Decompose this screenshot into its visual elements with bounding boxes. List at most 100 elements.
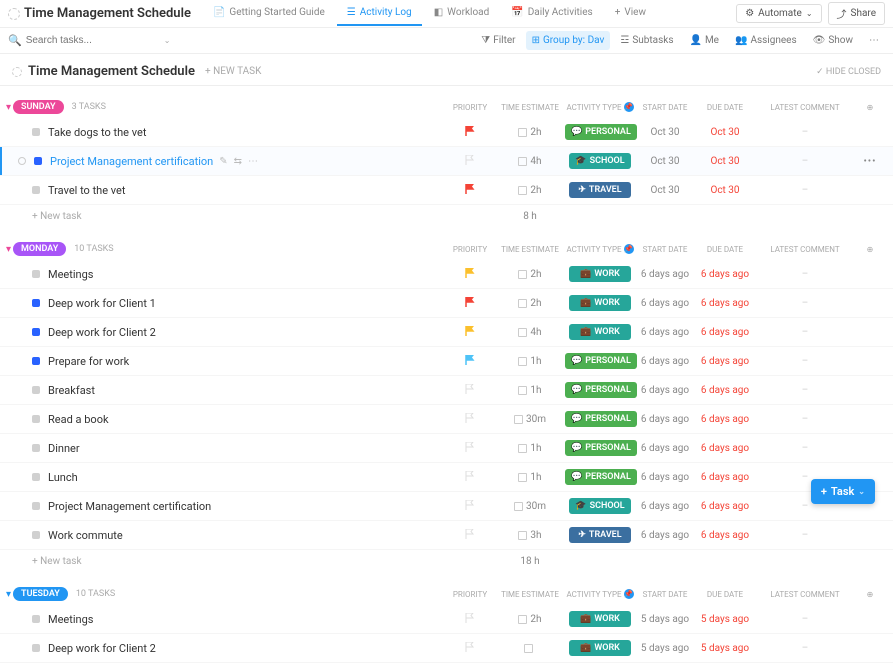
hide-closed[interactable]: ✓ HIDE CLOSED [816, 67, 881, 77]
task-row[interactable]: Deep work for Client 1 2h 💼WORK 6 days a… [0, 289, 893, 318]
due-date-cell[interactable]: 6 days ago [695, 385, 755, 396]
task-row[interactable]: Project Management certification ✎ ⇆ ⋯ 4… [0, 147, 893, 176]
add-view[interactable]: +View [605, 1, 656, 26]
time-estimate-cell[interactable]: 4h [495, 327, 565, 338]
add-column[interactable]: ⊕ [855, 245, 885, 254]
priority-cell[interactable] [445, 326, 495, 339]
task-row[interactable]: Meetings 2h 💼WORK 5 days ago 5 days ago … [0, 605, 893, 634]
status-square[interactable] [32, 299, 40, 307]
priority-cell[interactable] [445, 500, 495, 513]
add-column[interactable]: ⊕ [855, 590, 885, 599]
new-task-row[interactable]: + New task 8 h [0, 205, 893, 228]
status-square[interactable] [32, 386, 40, 394]
activity-type-cell[interactable]: 💼WORK [565, 295, 635, 311]
status-square[interactable] [32, 270, 40, 278]
due-date-cell[interactable]: 6 days ago [695, 530, 755, 541]
time-estimate-cell[interactable]: 30m [495, 414, 565, 425]
status-square[interactable] [32, 502, 40, 510]
day-pill[interactable]: SUNDAY [13, 100, 64, 114]
status-square[interactable] [32, 415, 40, 423]
assignees-button[interactable]: 👥Assignees [729, 31, 803, 50]
time-estimate-cell[interactable]: 2h [495, 298, 565, 309]
row-more-icon[interactable]: ••• [863, 156, 876, 167]
task-row[interactable]: Read a book 30m 💬PERSONAL 6 days ago 6 d… [0, 405, 893, 434]
activity-type-cell[interactable]: 💬PERSONAL [565, 382, 635, 398]
comment-cell[interactable]: – [755, 443, 855, 454]
time-estimate-cell[interactable]: 2h [495, 269, 565, 280]
task-row[interactable]: Prepare for work 1h 💬PERSONAL 6 days ago… [0, 347, 893, 376]
tab-workload[interactable]: ◧Workload [424, 1, 500, 26]
task-name[interactable]: Deep work for Client 2 [48, 326, 156, 339]
priority-cell[interactable] [445, 126, 495, 139]
task-row[interactable]: Work commute 3h ✈TRAVEL 6 days ago 6 day… [0, 521, 893, 550]
time-estimate-cell[interactable]: 4h [495, 156, 565, 167]
task-name[interactable]: Meetings [48, 613, 93, 626]
activity-type-cell[interactable]: 💼WORK [565, 640, 635, 656]
task-name[interactable]: Read a book [48, 413, 109, 426]
start-date-cell[interactable]: 6 days ago [635, 530, 695, 541]
search-input[interactable] [26, 35, 146, 46]
time-estimate-cell[interactable]: 1h [495, 472, 565, 483]
col-time-estimate[interactable]: TIME ESTIMATE [495, 103, 565, 112]
due-date-cell[interactable]: 5 days ago [695, 643, 755, 654]
activity-type-cell[interactable]: 💬PERSONAL [565, 124, 635, 140]
comment-cell[interactable]: – [755, 643, 855, 654]
activity-type-cell[interactable]: 💼WORK [565, 324, 635, 340]
status-square[interactable] [32, 615, 40, 623]
row-more[interactable]: ••• [855, 156, 885, 167]
activity-type-cell[interactable]: ✈TRAVEL [565, 182, 635, 198]
start-date-cell[interactable]: 6 days ago [635, 298, 695, 309]
tab-daily-activities[interactable]: 📅Daily Activities [501, 1, 602, 26]
activity-type-cell[interactable]: ✈TRAVEL [565, 527, 635, 543]
col-latest-comment[interactable]: LATEST COMMENT [755, 103, 855, 112]
task-row[interactable]: Project Management certification 30m 🎓SC… [0, 492, 893, 521]
start-date-cell[interactable]: 6 days ago [635, 385, 695, 396]
due-date-cell[interactable]: 6 days ago [695, 472, 755, 483]
priority-cell[interactable] [445, 413, 495, 426]
priority-cell[interactable] [445, 384, 495, 397]
start-date-cell[interactable]: 6 days ago [635, 443, 695, 454]
time-estimate-cell[interactable]: 2h [495, 127, 565, 138]
comment-cell[interactable]: – [755, 530, 855, 541]
activity-type-cell[interactable]: 💬PERSONAL [565, 469, 635, 485]
start-date-cell[interactable]: 6 days ago [635, 356, 695, 367]
start-date-cell[interactable]: Oct 30 [635, 156, 695, 167]
col-start-date[interactable]: START DATE [635, 245, 695, 254]
due-date-cell[interactable]: 6 days ago [695, 298, 755, 309]
due-date-cell[interactable]: 6 days ago [695, 414, 755, 425]
col-priority[interactable]: PRIORITY [445, 590, 495, 599]
status-square[interactable] [32, 357, 40, 365]
task-name[interactable]: Breakfast [48, 384, 95, 397]
priority-cell[interactable] [445, 155, 495, 168]
comment-cell[interactable]: – [755, 156, 855, 167]
due-date-cell[interactable]: 5 days ago [695, 614, 755, 625]
activity-type-cell[interactable]: 💬PERSONAL [565, 440, 635, 456]
comment-cell[interactable]: – [755, 327, 855, 338]
start-date-cell[interactable]: 6 days ago [635, 472, 695, 483]
task-name[interactable]: Travel to the vet [48, 184, 125, 197]
move-icon[interactable]: ⇆ [234, 156, 242, 167]
time-estimate-cell[interactable]: 1h [495, 385, 565, 396]
start-date-cell[interactable]: 6 days ago [635, 327, 695, 338]
new-task-header[interactable]: + NEW TASK [205, 66, 261, 77]
tab-getting-started[interactable]: 📄Getting Started Guide [203, 1, 335, 26]
start-date-cell[interactable]: 6 days ago [635, 269, 695, 280]
col-activity-type[interactable]: ACTIVITY TYPE 📌 [565, 102, 635, 112]
comment-cell[interactable]: – [755, 298, 855, 309]
col-activity-type[interactable]: ACTIVITY TYPE 📌 [565, 589, 635, 599]
task-row[interactable]: Travel to the vet 2h ✈TRAVEL Oct 30 Oct … [0, 176, 893, 205]
start-date-cell[interactable]: 5 days ago [635, 614, 695, 625]
priority-cell[interactable] [445, 268, 495, 281]
status-square[interactable] [34, 157, 42, 165]
start-date-cell[interactable]: Oct 30 [635, 127, 695, 138]
task-name[interactable]: Dinner [48, 442, 80, 455]
tab-activity-log[interactable]: ☰Activity Log [337, 1, 422, 26]
share-button[interactable]: ⤴Share [828, 2, 885, 25]
time-estimate-cell[interactable]: 3h [495, 530, 565, 541]
status-square[interactable] [32, 128, 40, 136]
group-by-button[interactable]: ⊞Group by: Dav [526, 31, 611, 50]
task-name[interactable]: Take dogs to the vet [48, 126, 146, 139]
priority-cell[interactable] [445, 642, 495, 655]
priority-cell[interactable] [445, 613, 495, 626]
activity-type-cell[interactable]: 💬PERSONAL [565, 353, 635, 369]
